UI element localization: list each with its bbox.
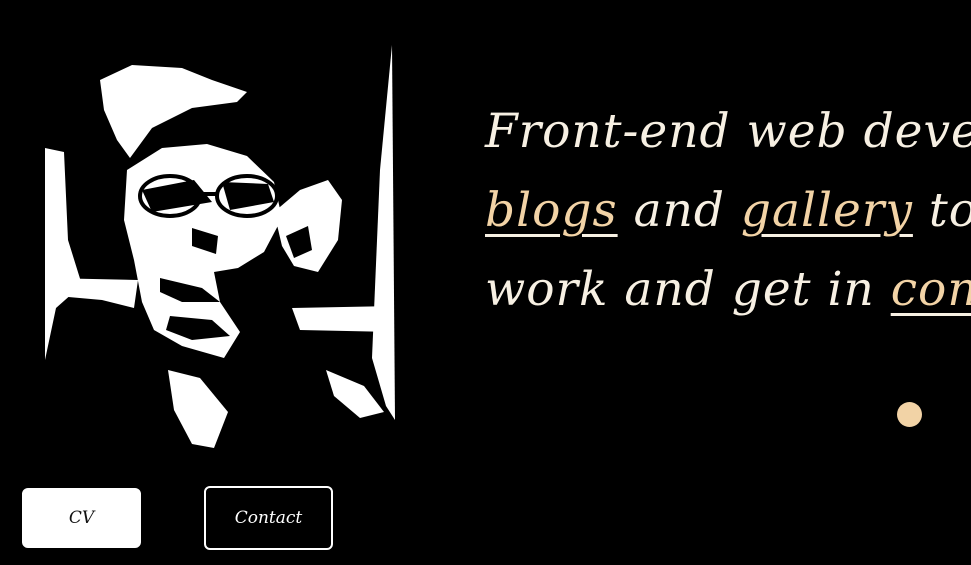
cv-button-label: CV	[68, 508, 95, 528]
gallery-link[interactable]: gallery	[741, 183, 913, 238]
cv-button[interactable]: CV	[22, 488, 141, 548]
intro-line-2: blogs and gallery to k	[485, 171, 971, 250]
intro-line-3-text: work and get in	[485, 262, 891, 317]
intro-line-2-text-b: to k	[928, 183, 971, 238]
contact-button[interactable]: Contact	[204, 486, 333, 550]
cursor-dot-icon	[897, 402, 922, 427]
intro-line-3: work and get in cont	[485, 250, 971, 329]
intro-line-1: Front-end web develop	[485, 104, 971, 159]
landing-page: Front-end web develop blogs and gallery …	[0, 0, 971, 565]
profile-photo	[42, 40, 397, 455]
intro-text: Front-end web develop blogs and gallery …	[485, 92, 971, 329]
contact-link[interactable]: cont	[891, 262, 971, 317]
intro-line-2-text-a: and	[617, 183, 741, 238]
contact-button-label: Contact	[234, 508, 303, 528]
blogs-link[interactable]: blogs	[485, 183, 618, 238]
